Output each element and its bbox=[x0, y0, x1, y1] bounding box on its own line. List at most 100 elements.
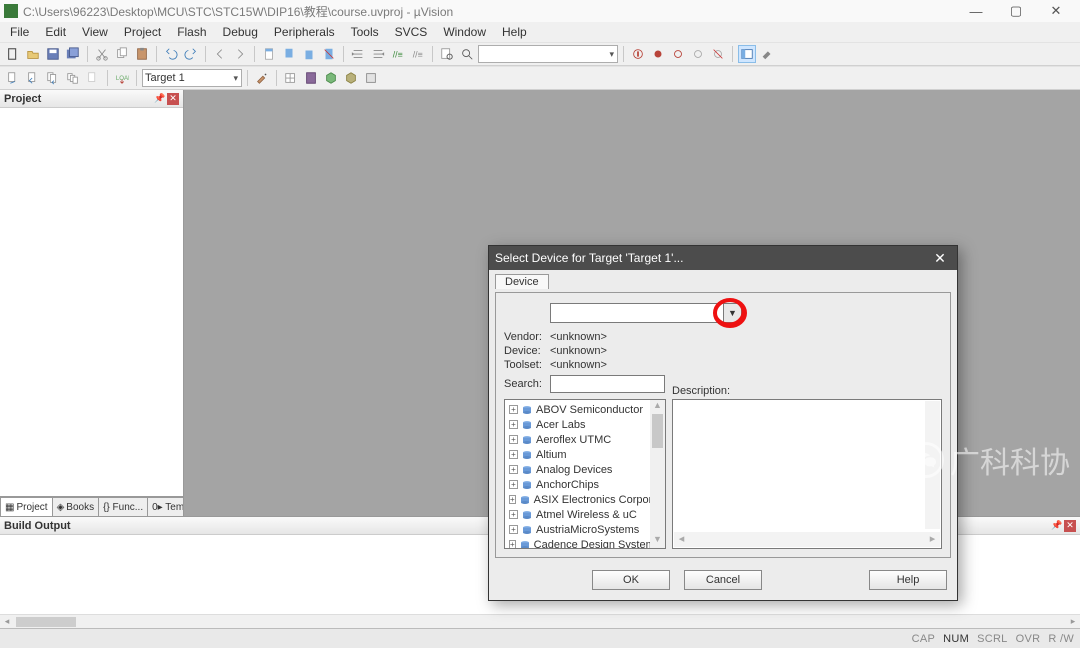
tree-item: +ABOV Semiconductor bbox=[507, 402, 663, 417]
tab-functions[interactable]: {} Func... bbox=[98, 497, 148, 516]
batch-build-button[interactable] bbox=[64, 69, 82, 87]
status-rw: R /W bbox=[1048, 633, 1074, 645]
pane-pin-button[interactable]: 📌 bbox=[154, 93, 166, 105]
description-box[interactable]: ◂▸ bbox=[672, 399, 942, 549]
description-vscroll[interactable] bbox=[925, 401, 940, 529]
nav-back-button[interactable] bbox=[211, 45, 229, 63]
uncomment-button[interactable]: //≡ bbox=[409, 45, 427, 63]
build-output-pin-button[interactable]: 📌 bbox=[1051, 520, 1063, 532]
bookmark-button[interactable] bbox=[260, 45, 278, 63]
window-layout-button[interactable] bbox=[738, 45, 756, 63]
copy-button[interactable] bbox=[113, 45, 131, 63]
pane-close-button[interactable]: ✕ bbox=[167, 93, 179, 105]
tab-books[interactable]: ◈ Books bbox=[52, 497, 100, 516]
menu-window[interactable]: Window bbox=[435, 25, 494, 39]
select-packs-button[interactable] bbox=[362, 69, 380, 87]
manage-components-button[interactable] bbox=[322, 69, 340, 87]
build-button[interactable] bbox=[24, 69, 42, 87]
save-all-button[interactable] bbox=[64, 45, 82, 63]
app-icon bbox=[4, 4, 18, 18]
manage-rtenv-button[interactable] bbox=[342, 69, 360, 87]
tab-templates[interactable]: 0▸ Temp... bbox=[147, 497, 183, 516]
menu-debug[interactable]: Debug bbox=[215, 25, 266, 39]
description-label: Description: bbox=[672, 385, 942, 397]
device-tab-panel: ▼ Vendor: <unknown> Device: <unknown> To… bbox=[495, 292, 951, 558]
target-selector[interactable]: Target 1 bbox=[142, 69, 242, 87]
find-combo[interactable] bbox=[478, 45, 618, 63]
menu-peripherals[interactable]: Peripherals bbox=[266, 25, 343, 39]
new-file-button[interactable] bbox=[4, 45, 22, 63]
project-tabs: ▦ Project ◈ Books {} Func... 0▸ Temp... bbox=[0, 496, 183, 516]
dialog-titlebar[interactable]: Select Device for Target 'Target 1'... ✕ bbox=[489, 246, 957, 270]
ok-button[interactable]: OK bbox=[592, 570, 670, 590]
redo-button[interactable] bbox=[182, 45, 200, 63]
breakpoint-insert-button[interactable] bbox=[649, 45, 667, 63]
menu-svcs[interactable]: SVCS bbox=[387, 25, 436, 39]
search-input[interactable] bbox=[550, 375, 665, 393]
indent-button[interactable] bbox=[349, 45, 367, 63]
breakpoint-enable-button[interactable] bbox=[669, 45, 687, 63]
cut-button[interactable] bbox=[93, 45, 111, 63]
tree-scrollbar[interactable]: ▲▼ bbox=[650, 400, 665, 548]
status-cap: CAP bbox=[912, 633, 936, 645]
menu-project[interactable]: Project bbox=[116, 25, 169, 39]
nav-fwd-button[interactable] bbox=[231, 45, 249, 63]
status-bar: CAP NUM SCRL OVR R /W bbox=[0, 628, 1080, 648]
tab-project[interactable]: ▦ Project bbox=[0, 497, 53, 516]
bookmark-clear-button[interactable] bbox=[320, 45, 338, 63]
menu-view[interactable]: View bbox=[74, 25, 116, 39]
outdent-button[interactable] bbox=[369, 45, 387, 63]
menu-edit[interactable]: Edit bbox=[37, 25, 74, 39]
bookmark-prev-button[interactable] bbox=[280, 45, 298, 63]
breakpoint-disable-button[interactable] bbox=[689, 45, 707, 63]
description-hscroll[interactable]: ◂▸ bbox=[674, 532, 940, 547]
pack-combo-dropdown-button[interactable]: ▼ bbox=[724, 303, 742, 323]
paste-button[interactable] bbox=[133, 45, 151, 63]
file-ext-button[interactable] bbox=[282, 69, 300, 87]
project-pane: Project 📌 ✕ ▦ Project ◈ Books {} Func...… bbox=[0, 90, 184, 516]
dialog-tabstrip: Device bbox=[489, 270, 957, 289]
translate-button[interactable] bbox=[4, 69, 22, 87]
toolset-value: <unknown> bbox=[550, 359, 607, 371]
options-target-button[interactable] bbox=[253, 69, 271, 87]
status-scrl: SCRL bbox=[977, 633, 1008, 645]
debug-session-button[interactable] bbox=[629, 45, 647, 63]
open-file-button[interactable] bbox=[24, 45, 42, 63]
find-button[interactable] bbox=[458, 45, 476, 63]
tree-item: +AustriaMicroSystems bbox=[507, 522, 663, 537]
bookmark-next-button[interactable] bbox=[300, 45, 318, 63]
status-ovr: OVR bbox=[1016, 633, 1041, 645]
dialog-close-button[interactable]: ✕ bbox=[929, 250, 951, 267]
window-controls: — ▢ ✕ bbox=[956, 1, 1076, 21]
menu-help[interactable]: Help bbox=[494, 25, 535, 39]
dialog-button-row: OK Cancel Help bbox=[489, 564, 957, 600]
tab-device[interactable]: Device bbox=[495, 274, 549, 289]
build-output-hscroll[interactable]: ◂▸ bbox=[0, 614, 1080, 628]
find-in-files-button[interactable] bbox=[438, 45, 456, 63]
window-title: C:\Users\96223\Desktop\MCU\STC\STC15W\DI… bbox=[23, 3, 453, 20]
close-window-button[interactable]: ✕ bbox=[1036, 1, 1076, 21]
pack-combo-input[interactable] bbox=[550, 303, 724, 323]
download-button[interactable]: LOAD bbox=[113, 69, 131, 87]
help-button[interactable]: Help bbox=[869, 570, 947, 590]
comment-button[interactable]: //≡ bbox=[389, 45, 407, 63]
menu-tools[interactable]: Tools bbox=[343, 25, 387, 39]
menu-flash[interactable]: Flash bbox=[169, 25, 214, 39]
tree-item: +Acer Labs bbox=[507, 417, 663, 432]
project-tree[interactable] bbox=[0, 108, 183, 496]
breakpoint-kill-button[interactable] bbox=[709, 45, 727, 63]
save-button[interactable] bbox=[44, 45, 62, 63]
configure-button[interactable] bbox=[758, 45, 776, 63]
minimize-button[interactable]: — bbox=[956, 1, 996, 21]
menu-file[interactable]: File bbox=[2, 25, 37, 39]
tree-item: +AnchorChips bbox=[507, 477, 663, 492]
manage-books-button[interactable] bbox=[302, 69, 320, 87]
undo-button[interactable] bbox=[162, 45, 180, 63]
rebuild-button[interactable] bbox=[44, 69, 62, 87]
device-tree[interactable]: +ABOV Semiconductor +Acer Labs +Aeroflex… bbox=[504, 399, 666, 549]
cancel-button[interactable]: Cancel bbox=[684, 570, 762, 590]
build-output-close-button[interactable]: ✕ bbox=[1064, 520, 1076, 532]
stop-build-button[interactable] bbox=[84, 69, 102, 87]
vendor-value: <unknown> bbox=[550, 331, 607, 343]
maximize-button[interactable]: ▢ bbox=[996, 1, 1036, 21]
